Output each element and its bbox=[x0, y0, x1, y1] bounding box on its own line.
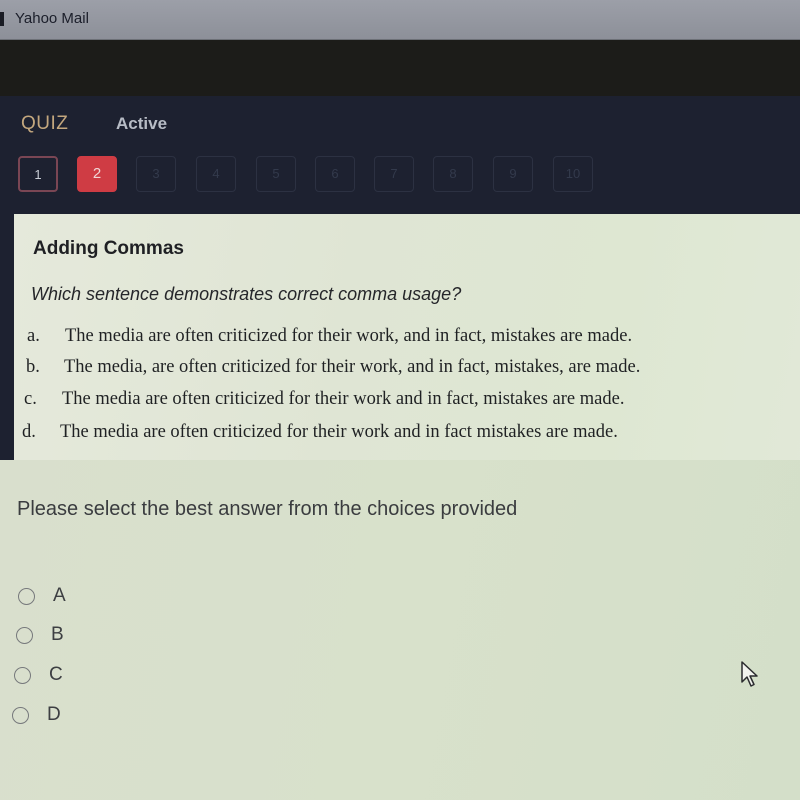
mouse-pointer-icon bbox=[741, 661, 758, 687]
browser-tab-bar: Yahoo Mail bbox=[0, 0, 800, 40]
quiz-status: Active bbox=[116, 114, 168, 133]
question-nav-8[interactable]: 8 bbox=[433, 156, 473, 192]
answer-option-label[interactable]: A bbox=[53, 585, 66, 607]
question-nav-9[interactable]: 9 bbox=[493, 156, 533, 192]
answer-option-b[interactable]: B bbox=[16, 624, 64, 646]
question-nav-6[interactable]: 6 bbox=[315, 156, 355, 192]
choice-text: The media are often criticized for their… bbox=[60, 422, 618, 442]
answer-instructions: Please select the best answer from the c… bbox=[17, 498, 518, 520]
browser-tab-yahoo-mail[interactable]: Yahoo Mail bbox=[15, 10, 89, 27]
choice-c: c. The media are often criticized for the… bbox=[24, 389, 624, 410]
question-title: Adding Commas bbox=[33, 238, 184, 259]
choice-letter: c. bbox=[24, 389, 37, 409]
choice-a: a. The media are often criticized for the… bbox=[27, 326, 632, 347]
choice-letter: d. bbox=[22, 422, 36, 442]
question-nav-4[interactable]: 4 bbox=[196, 156, 236, 192]
answer-option-c[interactable]: C bbox=[14, 664, 63, 686]
answer-option-label[interactable]: D bbox=[47, 704, 61, 726]
question-nav-5[interactable]: 5 bbox=[256, 156, 296, 192]
choice-letter: b. bbox=[26, 357, 40, 377]
choice-d: d. The media are often criticized for the… bbox=[22, 422, 618, 443]
radio-button-icon[interactable] bbox=[12, 706, 29, 724]
answer-option-label[interactable]: C bbox=[49, 664, 63, 686]
browser-toolbar bbox=[0, 40, 800, 96]
quiz-label: QUIZ bbox=[21, 113, 69, 134]
choice-text: The media are often criticized for their… bbox=[65, 326, 633, 346]
question-nav-3[interactable]: 3 bbox=[136, 156, 176, 192]
question-nav-10[interactable]: 10 bbox=[553, 156, 593, 192]
answer-option-a[interactable]: A bbox=[18, 585, 66, 607]
yahoo-mail-tab-icon bbox=[0, 12, 4, 26]
radio-button-icon[interactable] bbox=[18, 587, 35, 605]
radio-button-icon[interactable] bbox=[16, 626, 33, 644]
answer-option-d[interactable]: D bbox=[12, 704, 61, 726]
choice-letter: a. bbox=[27, 326, 40, 346]
choice-text: The media are often criticized for their… bbox=[62, 389, 625, 409]
choice-b: b. The media, are often criticized for th… bbox=[26, 357, 640, 378]
answer-option-label[interactable]: B bbox=[51, 624, 64, 646]
choice-text: The media, are often criticized for thei… bbox=[64, 357, 641, 377]
question-nav-7[interactable]: 7 bbox=[374, 156, 414, 192]
question-prompt: Which sentence demonstrates correct comm… bbox=[31, 284, 462, 304]
question-nav-1[interactable]: 1 bbox=[18, 156, 58, 192]
question-nav-2[interactable]: 2 bbox=[77, 156, 117, 192]
radio-button-icon[interactable] bbox=[14, 666, 31, 684]
